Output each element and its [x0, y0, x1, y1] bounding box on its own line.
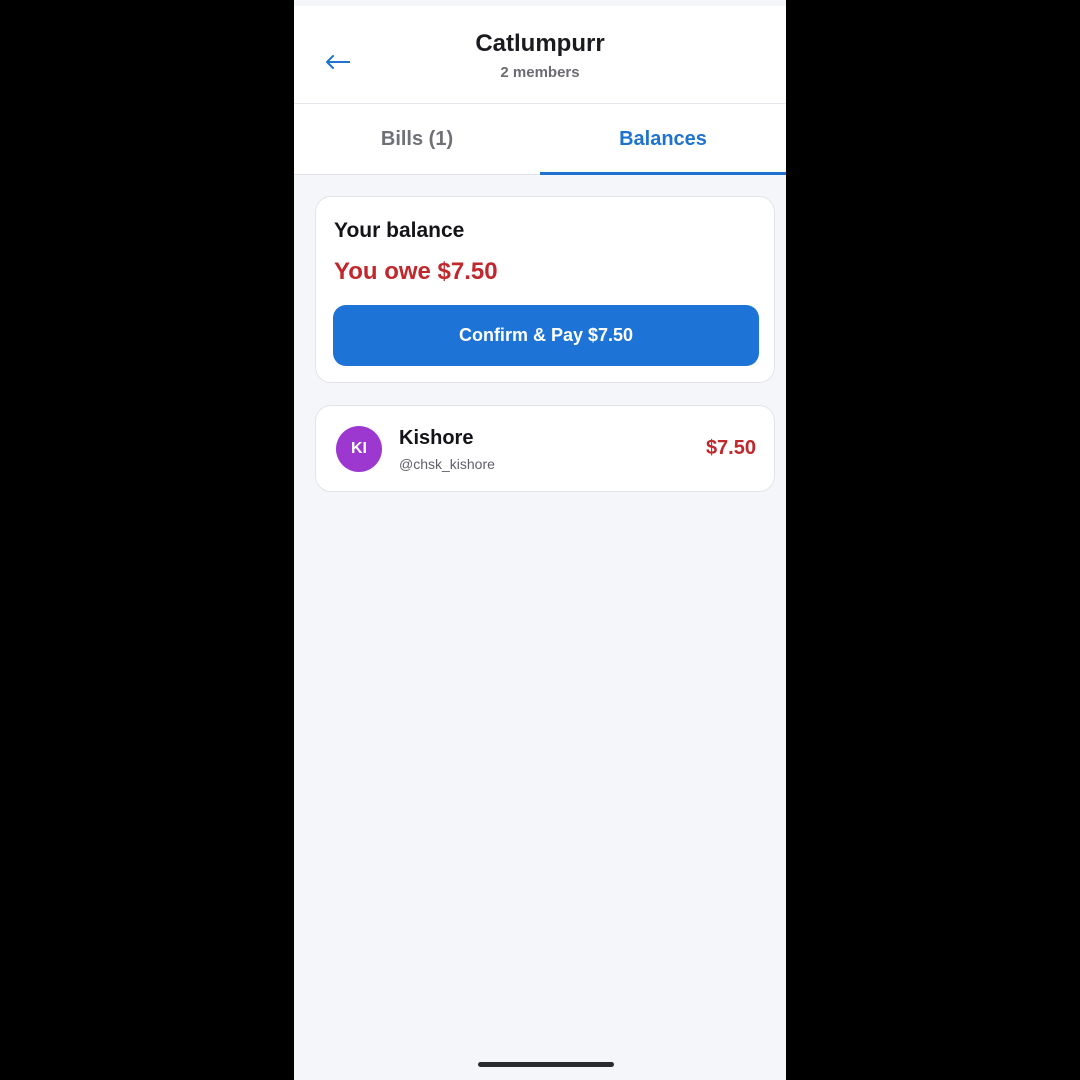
balance-status: You owe $7.50 [334, 258, 498, 285]
member-handle: @chsk_kishore [399, 456, 495, 472]
member-count: 2 members [500, 64, 580, 81]
header-title-block: Catlumpurr 2 members [384, 28, 696, 84]
tab-bills[interactable]: Bills (1) [294, 104, 540, 174]
avatar: KI [336, 426, 382, 472]
group-title: Catlumpurr [475, 30, 605, 57]
member-amount: $7.50 [705, 437, 756, 459]
tab-bar: Bills (1) Balances [294, 104, 786, 175]
member-name: Kishore [399, 427, 474, 449]
arrow-left-icon [326, 55, 350, 69]
back-button[interactable] [316, 42, 360, 82]
app-screen: Catlumpurr 2 members Bills (1) Balances … [294, 0, 786, 1080]
group-header: Catlumpurr 2 members [294, 6, 786, 104]
balance-card: Your balance You owe $7.50 Confirm & Pay… [315, 196, 775, 383]
member-balance-row[interactable]: KI Kishore @chsk_kishore $7.50 [315, 405, 775, 492]
balance-heading: Your balance [334, 219, 465, 242]
tab-balances[interactable]: Balances [540, 104, 786, 175]
confirm-pay-button[interactable]: Confirm & Pay $7.50 [333, 305, 759, 366]
home-indicator [478, 1062, 614, 1067]
